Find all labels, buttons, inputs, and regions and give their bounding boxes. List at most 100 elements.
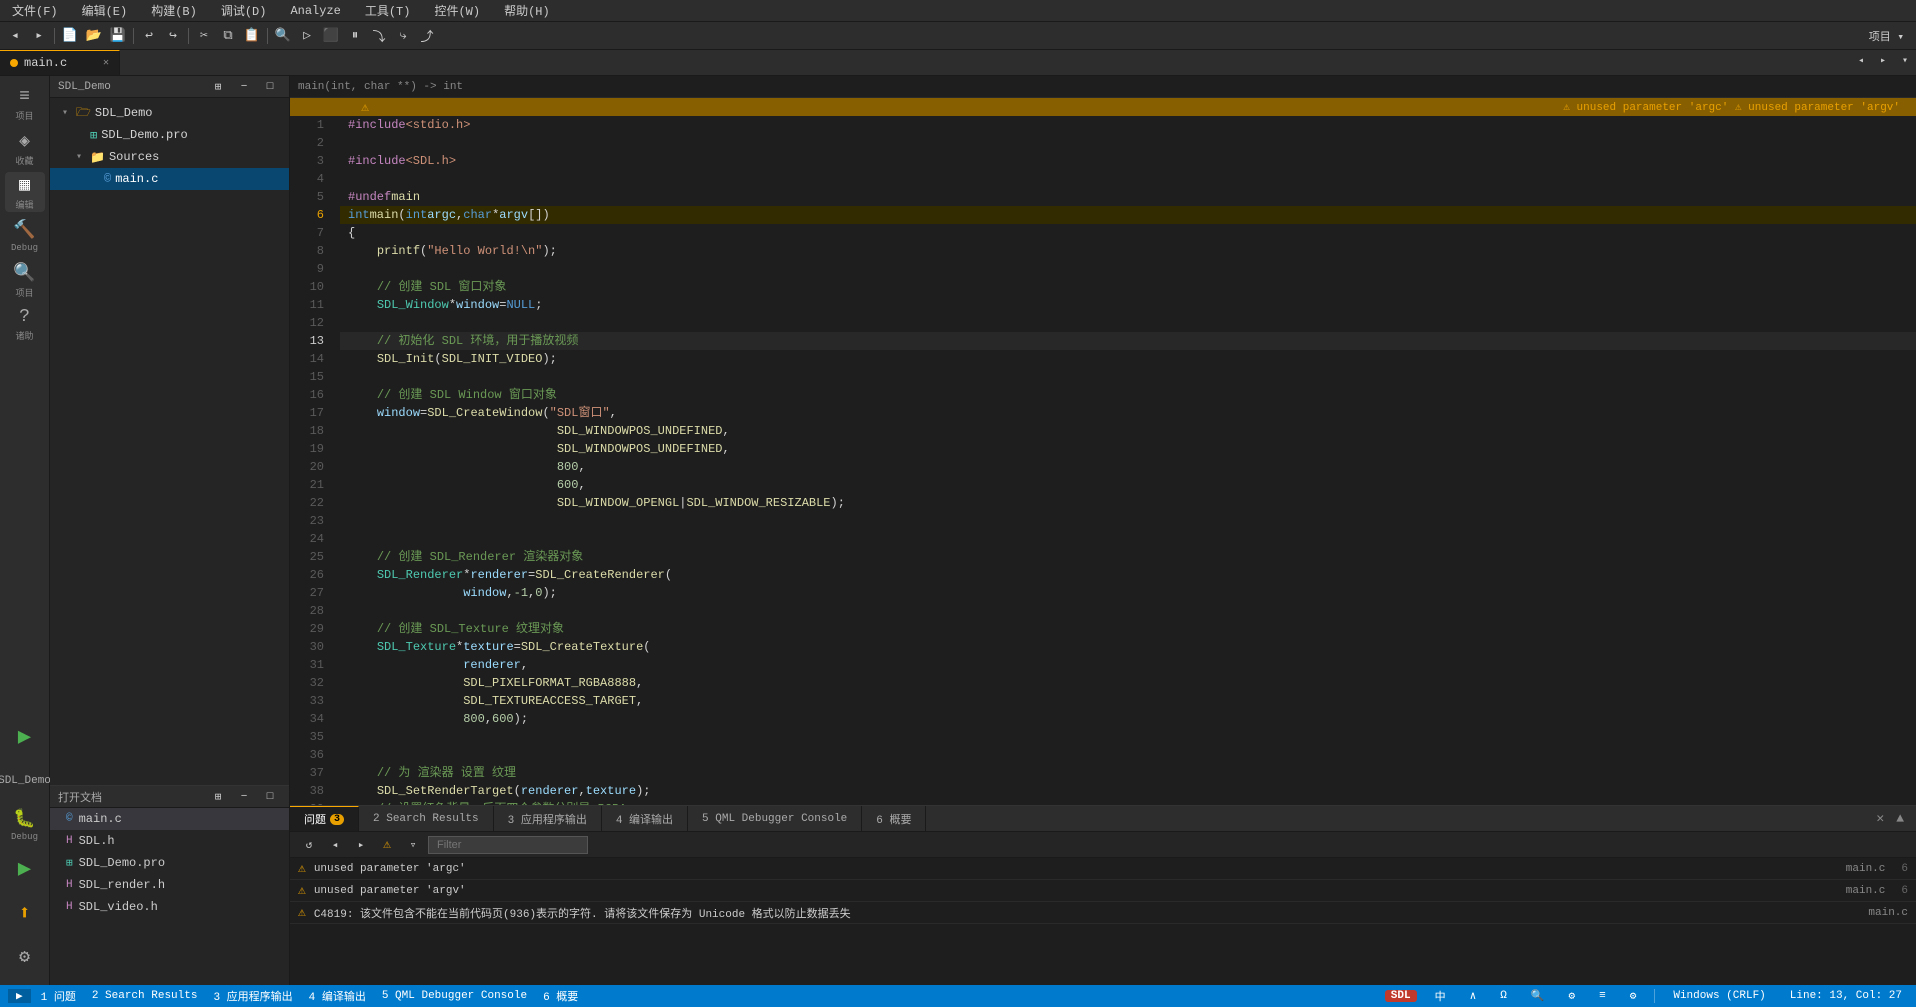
tab-search-results[interactable]: 2 Search Results <box>359 806 494 831</box>
sidebar-btn-upload[interactable]: ⬆ <box>5 893 45 933</box>
status-sdl-badge[interactable]: SDL <box>1385 990 1417 1002</box>
status-app-output[interactable]: 3 应用程序输出 <box>207 988 298 1004</box>
open-doc-mainc[interactable]: © main.c <box>50 808 289 830</box>
open-docs-btn3[interactable]: □ <box>259 786 281 808</box>
code-line-6: int main(int argc, char* argv[]) <box>340 206 1916 224</box>
status-problems[interactable]: 1 问题 <box>35 988 82 1004</box>
open-docs-btn2[interactable]: − <box>233 786 255 808</box>
menu-file[interactable]: 文件(F) <box>8 0 62 21</box>
sidebar-btn-debug2[interactable]: 🐛 Debug <box>5 805 45 845</box>
sidebar-btn-debug-run[interactable]: SDL_Demo <box>5 761 45 801</box>
tab-problems[interactable]: 问题 3 <box>290 806 359 831</box>
toolbar-redo[interactable]: ↪ <box>162 25 184 47</box>
toolbar-step-into[interactable]: ⤷ <box>392 25 414 47</box>
toolbar-project-selector[interactable]: 项目 ▾ <box>1861 25 1912 47</box>
toolbar-back[interactable]: ◂ <box>4 25 26 47</box>
toolbar-save[interactable]: 💾 <box>107 25 129 47</box>
problems-filter-input[interactable] <box>428 836 588 854</box>
status-menu[interactable]: ≡ <box>1593 990 1612 1002</box>
toolbar-debug-stop[interactable]: ⬛ <box>320 25 342 47</box>
status-summary[interactable]: 6 概要 <box>537 988 584 1004</box>
problem-item-2[interactable]: ⚠ unused parameter 'argv' main.c 6 <box>290 880 1916 902</box>
file-panel-btn-expand[interactable]: □ <box>259 76 281 98</box>
menu-debug[interactable]: 调试(D) <box>217 0 271 21</box>
toolbar-step-over[interactable]: ⤵ <box>368 25 390 47</box>
tab-scroll-left[interactable]: ◂ <box>1850 50 1872 72</box>
sidebar-btn-search[interactable]: 🔍 项目 <box>5 260 45 300</box>
tab-menu[interactable]: ▾ <box>1894 50 1916 72</box>
tab-compile-output[interactable]: 4 编译输出 <box>602 806 688 831</box>
menu-analyze[interactable]: Analyze <box>286 2 344 20</box>
status-cursor-pos[interactable]: Line: 13, Col: 27 <box>1784 990 1908 1002</box>
status-run-btn[interactable]: ▶ <box>8 989 31 1003</box>
menu-build[interactable]: 构建(B) <box>147 0 201 21</box>
sidebar-btn-favorites[interactable]: ◈ 收藏 <box>5 128 45 168</box>
toolbar-copy[interactable]: ⧉ <box>217 25 239 47</box>
toolbar-forward[interactable]: ▸ <box>28 25 50 47</box>
toolbar-debug-start[interactable]: ▷ <box>296 25 318 47</box>
open-doc-render[interactable]: H SDL_render.h <box>50 874 289 896</box>
code-line-29: // 创建 SDL_Texture 纹理对象 <box>340 620 1916 638</box>
problem-item-1[interactable]: ⚠ unused parameter 'argc' main.c 6 <box>290 858 1916 880</box>
problem-line-2: 6 <box>1893 885 1908 897</box>
file-panel-btn-filter[interactable]: ⊞ <box>207 76 229 98</box>
tree-item-sources[interactable]: ▾ 📁 Sources <box>50 146 289 168</box>
toolbar-open[interactable]: 📂 <box>83 25 105 47</box>
problems-close-btn[interactable]: ✕ <box>1872 809 1888 828</box>
toolbar-cut[interactable]: ✂ <box>193 25 215 47</box>
tab-main-c[interactable]: main.c ✕ <box>0 50 120 75</box>
problems-tool-filter-btn[interactable]: ▿ <box>402 834 424 856</box>
status-search[interactable]: 2 Search Results <box>86 990 204 1002</box>
favorites-label: 收藏 <box>15 154 33 167</box>
tab-scroll-right[interactable]: ▸ <box>1872 50 1894 72</box>
status-line-ending[interactable]: Windows (CRLF) <box>1667 990 1771 1002</box>
open-docs-btn1[interactable]: ⊞ <box>207 786 229 808</box>
sidebar-btn-edit[interactable]: ▦ 编辑 <box>5 172 45 212</box>
toolbar-new[interactable]: 📄 <box>59 25 81 47</box>
status-search-icon[interactable]: 🔍 <box>1525 989 1551 1003</box>
sidebar-btn-project[interactable]: ≡ 项目 <box>5 84 45 124</box>
open-doc-pro[interactable]: ⊞ SDL_Demo.pro <box>50 852 289 874</box>
toolbar-step-out[interactable]: ⤴ <box>416 25 438 47</box>
tab-close-btn[interactable]: ✕ <box>103 57 109 69</box>
problems-max-btn[interactable]: ▲ <box>1892 809 1908 828</box>
status-omega[interactable]: Ω <box>1494 990 1513 1002</box>
problems-list: ⚠ unused parameter 'argc' main.c 6 ⚠ unu… <box>290 858 1916 985</box>
sidebar-btn-run[interactable]: ▶ <box>5 717 45 757</box>
problems-tool-btn3[interactable]: ▸ <box>350 834 372 856</box>
status-gear2[interactable]: ⚙ <box>1624 989 1643 1003</box>
toolbar-debug-pause[interactable]: ⏸ <box>344 25 366 47</box>
toolbar-undo[interactable]: ↩ <box>138 25 160 47</box>
tab-summary[interactable]: 6 概要 <box>862 806 926 831</box>
open-doc-sdlh[interactable]: H SDL.h <box>50 830 289 852</box>
problem-item-3[interactable]: ⚠ C4819: 该文件包含不能在当前代码页(936)表示的字符. 请将该文件保… <box>290 902 1916 924</box>
tree-item-mainc[interactable]: © main.c <box>50 168 289 190</box>
tab-app-output[interactable]: 3 应用程序输出 <box>494 806 602 831</box>
code-content[interactable]: #include <stdio.h> #include <SDL.h> #und… <box>340 116 1916 805</box>
toolbar-paste[interactable]: 📋 <box>241 25 263 47</box>
warning-gutter-icon: ⚠ <box>340 100 390 115</box>
sidebar-btn-star[interactable]: ⚙ <box>5 937 45 977</box>
sidebar-btn-debug[interactable]: 🔨 Debug <box>5 216 45 256</box>
tree-item-pro[interactable]: ⊞ SDL_Demo.pro <box>50 124 289 146</box>
problems-tool-btn1[interactable]: ↺ <box>298 834 320 856</box>
sidebar-btn-help[interactable]: ? 诸助 <box>5 304 45 344</box>
tree-item-sdldemo[interactable]: ▾ 🗁 SDL_Demo <box>50 102 289 124</box>
code-line-20: 800, <box>340 458 1916 476</box>
menu-controls[interactable]: 控件(W) <box>430 0 484 21</box>
status-caret[interactable]: ∧ <box>1464 989 1483 1003</box>
status-chinese[interactable]: 中 <box>1429 988 1452 1004</box>
status-gear1[interactable]: ⚙ <box>1563 989 1582 1003</box>
code-scroll-area[interactable]: 1 2 3 4 5 6 7 8 9 10 11 12 13 14 15 16 1 <box>290 116 1916 805</box>
file-panel-btn-collapse[interactable]: − <box>233 76 255 98</box>
menu-edit[interactable]: 编辑(E) <box>78 0 132 21</box>
open-doc-video[interactable]: H SDL_video.h <box>50 896 289 918</box>
status-qml[interactable]: 5 QML Debugger Console <box>376 990 533 1002</box>
problems-tool-btn2[interactable]: ◂ <box>324 834 346 856</box>
sidebar-btn-run2[interactable]: ▶ <box>5 849 45 889</box>
menu-help[interactable]: 帮助(H) <box>500 0 554 21</box>
status-compile[interactable]: 4 编译输出 <box>303 988 372 1004</box>
tab-qml-console[interactable]: 5 QML Debugger Console <box>688 806 862 831</box>
toolbar-find[interactable]: 🔍 <box>272 25 294 47</box>
menu-tools[interactable]: 工具(T) <box>361 0 415 21</box>
